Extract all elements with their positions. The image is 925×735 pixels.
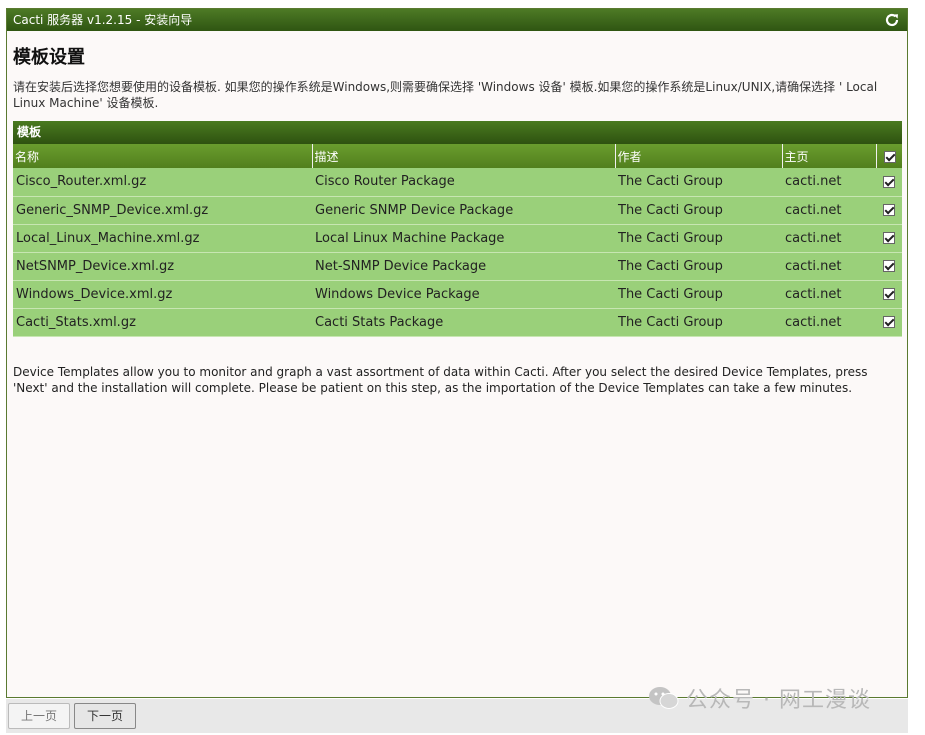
cell-desc: Cacti Stats Package bbox=[312, 308, 615, 337]
cell-name: NetSNMP_Device.xml.gz bbox=[13, 252, 312, 281]
column-author[interactable]: 作者 bbox=[615, 144, 783, 168]
cell-author: The Cacti Group bbox=[615, 168, 782, 197]
cell-author: The Cacti Group bbox=[615, 308, 782, 337]
table-header-row: 名称 描述 作者 主页 bbox=[13, 144, 902, 168]
cell-author: The Cacti Group bbox=[615, 224, 782, 253]
cell-home: cacti.net bbox=[782, 168, 876, 197]
window-title: Cacti 服务器 v1.2.15 - 安装向导 bbox=[13, 13, 193, 27]
cell-author: The Cacti Group bbox=[615, 196, 782, 225]
info-note: Device Templates allow you to monitor an… bbox=[13, 364, 868, 395]
cell-name: Cisco_Router.xml.gz bbox=[13, 168, 312, 197]
intro-text: 请在安装后选择您想要使用的设备模板. 如果您的操作系统是Windows,则需要确… bbox=[13, 80, 878, 110]
cell-select bbox=[876, 280, 902, 309]
cell-home: cacti.net bbox=[782, 308, 876, 337]
cell-select bbox=[876, 224, 902, 253]
installer-window: Cacti 服务器 v1.2.15 - 安装向导 模板设置 请在安装后选择您想要… bbox=[6, 8, 908, 698]
next-button[interactable]: 下一页 bbox=[74, 703, 136, 729]
select-all-header[interactable] bbox=[876, 144, 902, 168]
cell-home: cacti.net bbox=[782, 252, 876, 281]
row-checkbox[interactable] bbox=[883, 260, 895, 272]
cell-select bbox=[876, 168, 902, 197]
table-row[interactable]: NetSNMP_Device.xml.gz Net-SNMP Device Pac… bbox=[13, 252, 902, 281]
cell-name: Windows_Device.xml.gz bbox=[13, 280, 312, 309]
cell-home: cacti.net bbox=[782, 196, 876, 225]
cell-select bbox=[876, 252, 902, 281]
cell-author: The Cacti Group bbox=[615, 252, 782, 281]
prev-button[interactable]: 上一页 bbox=[8, 703, 70, 729]
cell-home: cacti.net bbox=[782, 280, 876, 309]
cell-desc: Net-SNMP Device Package bbox=[312, 252, 615, 281]
section-title: 模板 bbox=[13, 121, 902, 144]
cell-home: cacti.net bbox=[782, 224, 876, 253]
row-checkbox[interactable] bbox=[883, 232, 895, 244]
cell-desc: Windows Device Package bbox=[312, 280, 615, 309]
table-row[interactable]: Windows_Device.xml.gz Windows Device Pack… bbox=[13, 280, 902, 309]
column-description[interactable]: 描述 bbox=[312, 144, 616, 168]
cell-select bbox=[876, 308, 902, 337]
row-checkbox[interactable] bbox=[883, 204, 895, 216]
cell-desc: Cisco Router Package bbox=[312, 168, 615, 197]
column-name[interactable]: 名称 bbox=[13, 144, 313, 168]
refresh-icon[interactable] bbox=[883, 11, 901, 29]
watermark: 公众号 · 网工漫谈 bbox=[648, 682, 871, 714]
wechat-icon bbox=[649, 687, 679, 709]
cell-name: Cacti_Stats.xml.gz bbox=[13, 308, 312, 337]
select-all-checkbox[interactable] bbox=[884, 150, 897, 163]
table-row[interactable]: Generic_SNMP_Device.xml.gz Generic SNMP D… bbox=[13, 196, 902, 225]
column-homepage[interactable]: 主页 bbox=[782, 144, 877, 168]
cell-author: The Cacti Group bbox=[615, 280, 782, 309]
title-bar: Cacti 服务器 v1.2.15 - 安装向导 bbox=[7, 9, 907, 31]
table-row[interactable]: Cisco_Router.xml.gz Cisco Router Package T… bbox=[13, 168, 902, 197]
row-checkbox[interactable] bbox=[883, 288, 895, 300]
watermark-text: 公众号 · 网工漫谈 bbox=[686, 688, 871, 713]
cell-name: Local_Linux_Machine.xml.gz bbox=[13, 224, 312, 253]
templates-panel: 模板 名称 描述 作者 主页 Cisco_Router.xml.gz Cisco … bbox=[13, 121, 902, 337]
cell-desc: Local Linux Machine Package bbox=[312, 224, 615, 253]
table-row[interactable]: Local_Linux_Machine.xml.gz Local Linux Ma… bbox=[13, 224, 902, 253]
cell-select bbox=[876, 196, 902, 225]
main-content: 模板设置 请在安装后选择您想要使用的设备模板. 如果您的操作系统是Windows… bbox=[7, 31, 907, 396]
row-checkbox[interactable] bbox=[883, 175, 895, 188]
page-title: 模板设置 bbox=[13, 47, 85, 68]
cell-name: Generic_SNMP_Device.xml.gz bbox=[13, 196, 312, 225]
row-checkbox[interactable] bbox=[883, 316, 895, 328]
table-row[interactable]: Cacti_Stats.xml.gz Cacti Stats Package The… bbox=[13, 308, 902, 337]
cell-desc: Generic SNMP Device Package bbox=[312, 196, 615, 225]
templates-table: 名称 描述 作者 主页 Cisco_Router.xml.gz Cisco Rou… bbox=[13, 144, 902, 337]
